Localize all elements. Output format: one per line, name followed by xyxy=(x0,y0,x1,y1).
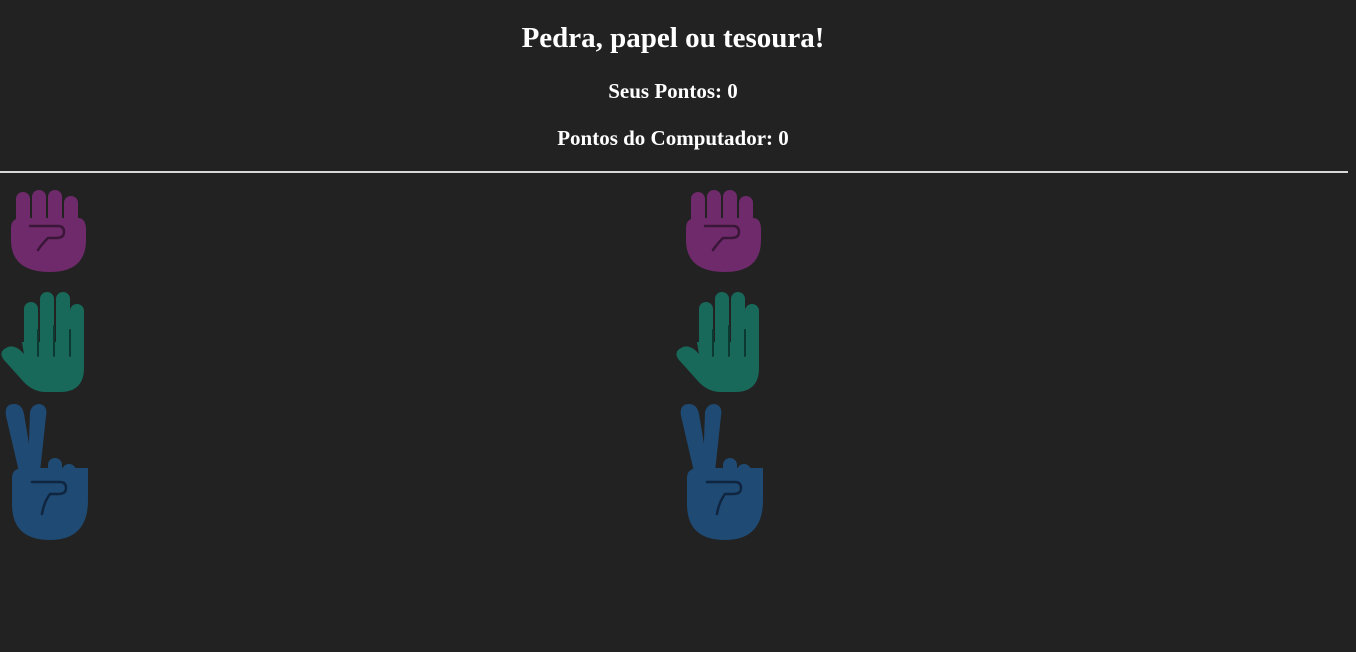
victory-hand-icon xyxy=(5,404,88,540)
player-scissors-button[interactable] xyxy=(2,402,92,542)
computer-rock-button[interactable] xyxy=(683,188,763,274)
page-title: Pedra, papel ou tesoura! xyxy=(521,22,825,54)
player-paper-button[interactable] xyxy=(0,290,90,394)
player-score: Seus Pontos: 0 xyxy=(608,79,738,103)
victory-hand-icon xyxy=(680,404,763,540)
fist-icon xyxy=(686,190,761,272)
divider xyxy=(0,171,1348,173)
computer-scissors-button[interactable] xyxy=(677,402,767,542)
open-hand-icon xyxy=(676,292,759,392)
computer-paper-button[interactable] xyxy=(675,290,765,394)
fist-icon xyxy=(11,190,86,272)
open-hand-icon xyxy=(1,292,84,392)
computer-score: Pontos do Computador: 0 xyxy=(557,126,789,150)
player-rock-button[interactable] xyxy=(8,188,88,274)
